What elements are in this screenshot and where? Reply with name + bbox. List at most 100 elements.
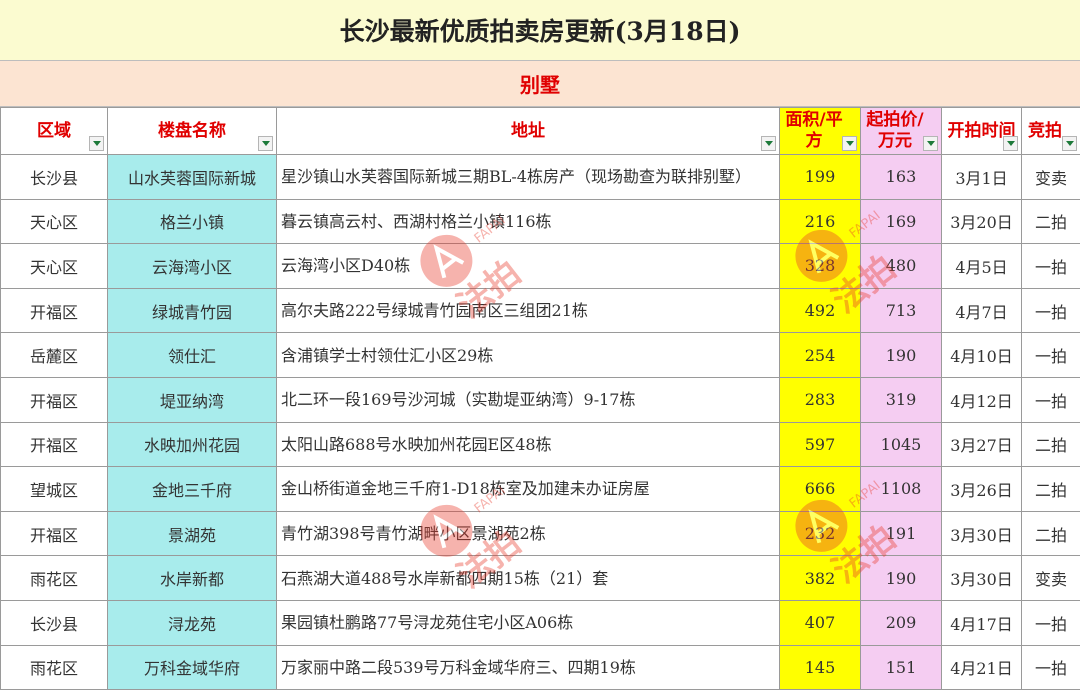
cell-name[interactable]: 水映加州花园 [108, 422, 277, 467]
cell-price[interactable]: 319 [861, 377, 942, 422]
filter-dropdown-icon[interactable] [842, 136, 857, 151]
cell-address[interactable]: 金山桥街道金地三千府1-D18栋室及加建未办证房屋 [277, 467, 780, 512]
table-row[interactable]: 天心区云海湾小区云海湾小区D40栋3284804月5日一拍 [1, 244, 1080, 289]
cell-area[interactable]: 407 [780, 600, 861, 645]
cell-name[interactable]: 堤亚纳湾 [108, 377, 277, 422]
filter-dropdown-icon[interactable] [89, 136, 104, 151]
cell-district[interactable]: 望城区 [1, 467, 108, 512]
cell-date[interactable]: 3月1日 [942, 155, 1022, 200]
cell-area[interactable]: 145 [780, 645, 861, 690]
cell-area[interactable]: 254 [780, 333, 861, 378]
cell-area[interactable]: 283 [780, 377, 861, 422]
cell-date[interactable]: 4月5日 [942, 244, 1022, 289]
cell-price[interactable]: 480 [861, 244, 942, 289]
cell-date[interactable]: 4月7日 [942, 288, 1022, 333]
cell-address[interactable]: 云海湾小区D40栋 [277, 244, 780, 289]
cell-area[interactable]: 328 [780, 244, 861, 289]
table-row[interactable]: 开福区绿城青竹园高尔夫路222号绿城青竹园南区三组团21栋4927134月7日一… [1, 288, 1080, 333]
filter-dropdown-icon[interactable] [761, 136, 776, 151]
cell-round[interactable]: 二拍 [1022, 199, 1080, 244]
table-row[interactable]: 长沙县山水芙蓉国际新城星沙镇山水芙蓉国际新城三期BL-4栋房产（现场勘查为联排别… [1, 155, 1080, 200]
cell-name[interactable]: 格兰小镇 [108, 199, 277, 244]
cell-district[interactable]: 开福区 [1, 377, 108, 422]
cell-round[interactable]: 二拍 [1022, 422, 1080, 467]
cell-name[interactable]: 浔龙苑 [108, 600, 277, 645]
cell-district[interactable]: 开福区 [1, 511, 108, 556]
cell-date[interactable]: 4月21日 [942, 645, 1022, 690]
cell-address[interactable]: 暮云镇高云村、西湖村格兰小镇116栋 [277, 199, 780, 244]
cell-round[interactable]: 一拍 [1022, 377, 1080, 422]
cell-district[interactable]: 天心区 [1, 244, 108, 289]
cell-district[interactable]: 岳麓区 [1, 333, 108, 378]
cell-round[interactable]: 一拍 [1022, 645, 1080, 690]
cell-date[interactable]: 4月17日 [942, 600, 1022, 645]
cell-name[interactable]: 山水芙蓉国际新城 [108, 155, 277, 200]
cell-name[interactable]: 金地三千府 [108, 467, 277, 512]
filter-dropdown-icon[interactable] [258, 136, 273, 151]
cell-round[interactable]: 二拍 [1022, 467, 1080, 512]
cell-address[interactable]: 万家丽中路二段539号万科金域华府三、四期19栋 [277, 645, 780, 690]
cell-district[interactable]: 开福区 [1, 288, 108, 333]
cell-name[interactable]: 领仕汇 [108, 333, 277, 378]
cell-district[interactable]: 雨花区 [1, 556, 108, 601]
filter-dropdown-icon[interactable] [923, 136, 938, 151]
table-row[interactable]: 开福区景湖苑青竹湖398号青竹湖畔小区景湖苑2栋2321913月30日二拍 [1, 511, 1080, 556]
cell-date[interactable]: 3月27日 [942, 422, 1022, 467]
cell-round[interactable]: 一拍 [1022, 244, 1080, 289]
cell-area[interactable]: 597 [780, 422, 861, 467]
table-row[interactable]: 长沙县浔龙苑果园镇杜鹏路77号浔龙苑住宅小区A06栋4072094月17日一拍 [1, 600, 1080, 645]
cell-round[interactable]: 一拍 [1022, 600, 1080, 645]
table-row[interactable]: 望城区金地三千府金山桥街道金地三千府1-D18栋室及加建未办证房屋6661108… [1, 467, 1080, 512]
cell-name[interactable]: 云海湾小区 [108, 244, 277, 289]
cell-address[interactable]: 含浦镇学士村领仕汇小区29栋 [277, 333, 780, 378]
cell-price[interactable]: 163 [861, 155, 942, 200]
table-row[interactable]: 天心区格兰小镇暮云镇高云村、西湖村格兰小镇116栋2161693月20日二拍 [1, 199, 1080, 244]
cell-area[interactable]: 492 [780, 288, 861, 333]
cell-district[interactable]: 雨花区 [1, 645, 108, 690]
cell-area[interactable]: 382 [780, 556, 861, 601]
cell-address[interactable]: 青竹湖398号青竹湖畔小区景湖苑2栋 [277, 511, 780, 556]
cell-round[interactable]: 二拍 [1022, 511, 1080, 556]
cell-price[interactable]: 1108 [861, 467, 942, 512]
cell-address[interactable]: 果园镇杜鹏路77号浔龙苑住宅小区A06栋 [277, 600, 780, 645]
cell-price[interactable]: 169 [861, 199, 942, 244]
filter-dropdown-icon[interactable] [1003, 136, 1018, 151]
cell-district[interactable]: 长沙县 [1, 155, 108, 200]
cell-name[interactable]: 万科金域华府 [108, 645, 277, 690]
cell-address[interactable]: 北二环一段169号沙河城（实勘堤亚纳湾）9-17栋 [277, 377, 780, 422]
cell-district[interactable]: 长沙县 [1, 600, 108, 645]
cell-date[interactable]: 4月10日 [942, 333, 1022, 378]
cell-round[interactable]: 一拍 [1022, 288, 1080, 333]
cell-area[interactable]: 216 [780, 199, 861, 244]
cell-price[interactable]: 191 [861, 511, 942, 556]
table-row[interactable]: 开福区水映加州花园太阳山路688号水映加州花园E区48栋59710453月27日… [1, 422, 1080, 467]
cell-district[interactable]: 天心区 [1, 199, 108, 244]
cell-address[interactable]: 太阳山路688号水映加州花园E区48栋 [277, 422, 780, 467]
table-row[interactable]: 雨花区水岸新都石燕湖大道488号水岸新都四期15栋（21）套3821903月30… [1, 556, 1080, 601]
cell-area[interactable]: 199 [780, 155, 861, 200]
cell-date[interactable]: 3月26日 [942, 467, 1022, 512]
cell-date[interactable]: 3月20日 [942, 199, 1022, 244]
cell-name[interactable]: 绿城青竹园 [108, 288, 277, 333]
cell-area[interactable]: 666 [780, 467, 861, 512]
cell-address[interactable]: 星沙镇山水芙蓉国际新城三期BL-4栋房产（现场勘查为联排别墅） [277, 155, 780, 200]
cell-area[interactable]: 232 [780, 511, 861, 556]
cell-price[interactable]: 151 [861, 645, 942, 690]
table-row[interactable]: 岳麓区领仕汇含浦镇学士村领仕汇小区29栋2541904月10日一拍 [1, 333, 1080, 378]
cell-price[interactable]: 713 [861, 288, 942, 333]
cell-date[interactable]: 4月12日 [942, 377, 1022, 422]
cell-date[interactable]: 3月30日 [942, 556, 1022, 601]
cell-round[interactable]: 变卖 [1022, 556, 1080, 601]
table-row[interactable]: 雨花区万科金域华府万家丽中路二段539号万科金域华府三、四期19栋1451514… [1, 645, 1080, 690]
cell-round[interactable]: 一拍 [1022, 333, 1080, 378]
cell-date[interactable]: 3月30日 [942, 511, 1022, 556]
cell-price[interactable]: 190 [861, 333, 942, 378]
cell-address[interactable]: 高尔夫路222号绿城青竹园南区三组团21栋 [277, 288, 780, 333]
cell-name[interactable]: 景湖苑 [108, 511, 277, 556]
filter-dropdown-icon[interactable] [1062, 136, 1077, 151]
cell-price[interactable]: 1045 [861, 422, 942, 467]
table-row[interactable]: 开福区堤亚纳湾北二环一段169号沙河城（实勘堤亚纳湾）9-17栋2833194月… [1, 377, 1080, 422]
cell-round[interactable]: 变卖 [1022, 155, 1080, 200]
cell-price[interactable]: 209 [861, 600, 942, 645]
cell-price[interactable]: 190 [861, 556, 942, 601]
